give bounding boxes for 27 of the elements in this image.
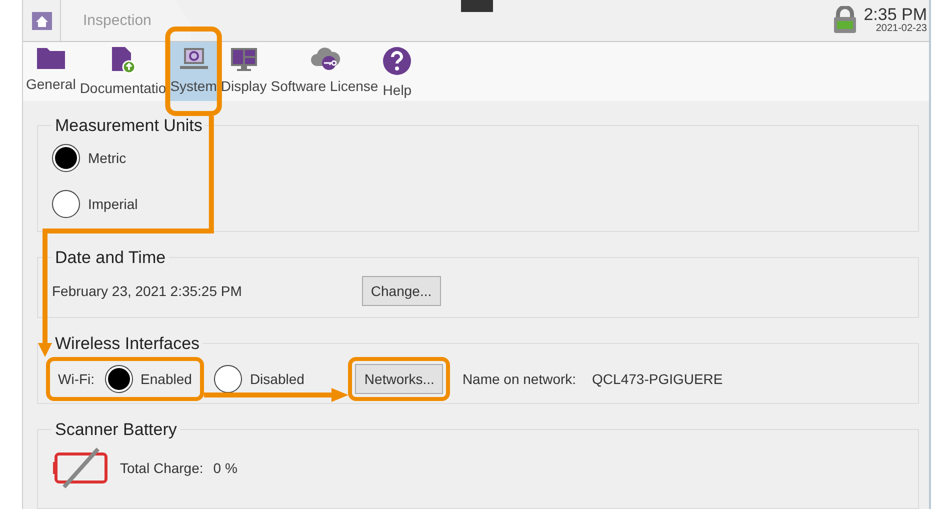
change-button[interactable]: Change... bbox=[362, 276, 441, 306]
folder-icon bbox=[36, 46, 66, 70]
toolbar-tab[interactable]: General bbox=[25, 42, 77, 101]
clock-date: 2021-02-23 bbox=[876, 23, 927, 34]
display-icon bbox=[228, 46, 259, 72]
wifi-label: Wi-Fi: bbox=[58, 371, 95, 387]
charge-label: Total Charge: bbox=[120, 460, 204, 476]
date-time-value: February 23, 2021 2:35:25 PM bbox=[52, 283, 242, 299]
radio-option[interactable]: Enabled bbox=[104, 365, 192, 393]
clock-time: 2:35 PM bbox=[864, 6, 927, 23]
toolbar-tab[interactable]: System bbox=[169, 42, 218, 101]
cloud-key-icon bbox=[308, 46, 340, 72]
charge-value: 0 % bbox=[213, 460, 238, 476]
toolbar-tab[interactable]: Help bbox=[381, 42, 414, 101]
toolbar-tab[interactable]: Software License bbox=[270, 42, 380, 101]
radio-option[interactable]: Imperial bbox=[52, 190, 138, 218]
document-upload-icon bbox=[110, 46, 136, 74]
help-icon bbox=[382, 46, 412, 76]
toolbar-tab[interactable]: Display bbox=[220, 42, 268, 101]
networks-button[interactable]: Networks... bbox=[355, 364, 444, 394]
radio-option[interactable]: Disabled bbox=[214, 365, 304, 393]
network-name-label: Name on network: bbox=[462, 371, 576, 387]
laptop-icon bbox=[178, 46, 209, 72]
empty-battery-icon bbox=[52, 447, 110, 489]
radio-option[interactable]: Metric bbox=[52, 144, 126, 172]
handle-bar bbox=[461, 0, 493, 12]
network-name-value: QCL473-PGIGUERE bbox=[592, 371, 723, 387]
